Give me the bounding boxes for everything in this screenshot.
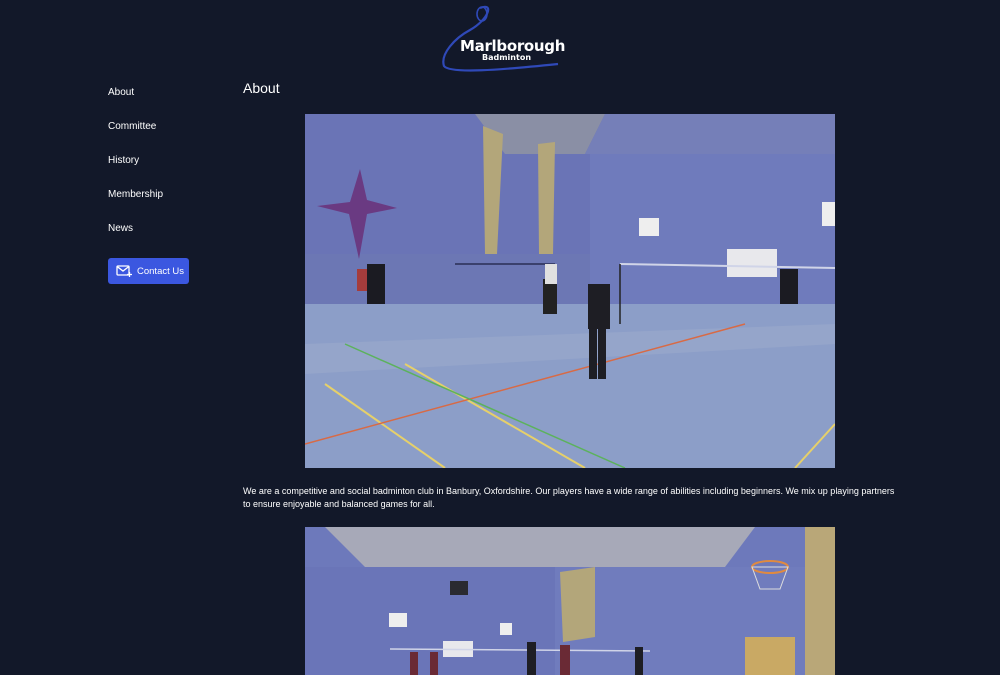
sports-hall-photo-2 bbox=[305, 527, 835, 675]
nav-item-history[interactable]: History bbox=[108, 154, 228, 188]
nav-item-membership[interactable]: Membership bbox=[108, 188, 228, 222]
contact-us-label: Contact Us bbox=[137, 265, 184, 277]
nav-item-news[interactable]: News bbox=[108, 222, 228, 256]
page-title: About bbox=[243, 80, 280, 96]
site-logo[interactable]: Marlborough Badminton bbox=[440, 2, 565, 72]
sidebar-nav: About Committee History Membership News … bbox=[108, 86, 228, 284]
mail-plus-icon bbox=[116, 265, 132, 277]
sports-hall-photo bbox=[305, 114, 835, 468]
logo-subtitle: Badminton bbox=[482, 53, 532, 62]
nav-item-committee[interactable]: Committee bbox=[108, 120, 228, 154]
intro-text: We are a competitive and social badminto… bbox=[243, 486, 895, 509]
nav-item-about[interactable]: About bbox=[108, 86, 228, 120]
contact-us-button[interactable]: Contact Us bbox=[108, 258, 189, 284]
